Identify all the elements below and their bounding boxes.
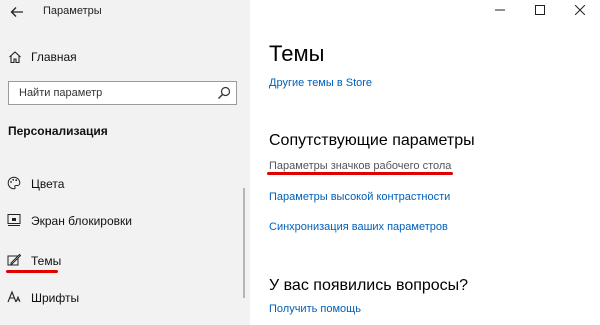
high-contrast-settings-link[interactable]: Параметры высокой контрастности — [269, 191, 450, 203]
themes-highlight-underline — [6, 270, 58, 273]
sidebar-item-colors[interactable]: Цвета — [31, 177, 64, 191]
sidebar: Параметры Главная Найти параметр Персона… — [0, 0, 250, 325]
home-icon — [8, 50, 22, 69]
get-help-link[interactable]: Получить помощь — [269, 303, 361, 315]
search-icon[interactable] — [216, 85, 232, 101]
lock-screen-icon — [7, 213, 21, 232]
sidebar-item-lock-screen[interactable]: Экран блокировки — [31, 214, 132, 228]
search-placeholder: Найти параметр — [19, 87, 103, 99]
desktop-icons-highlight-underline — [267, 172, 453, 175]
sync-settings-link[interactable]: Синхронизация ваших параметров — [269, 221, 448, 233]
maximize-button[interactable] — [520, 0, 560, 20]
desktop-icon-settings-link[interactable]: Параметры значков рабочего стола — [269, 160, 451, 172]
related-settings-heading: Сопутствующие параметры — [269, 132, 475, 149]
page-title: Темы — [269, 41, 325, 66]
fonts-icon — [7, 290, 21, 309]
store-themes-link[interactable]: Другие темы в Store — [269, 77, 372, 89]
sidebar-item-fonts[interactable]: Шрифты — [31, 291, 79, 305]
sidebar-item-home[interactable]: Главная — [31, 50, 77, 64]
sidebar-scrollbar[interactable] — [243, 188, 245, 298]
sidebar-item-themes[interactable]: Темы — [31, 254, 61, 268]
palette-icon — [7, 176, 21, 195]
questions-heading: У вас появились вопросы? — [269, 277, 469, 294]
window-title: Параметры — [43, 5, 102, 17]
section-heading: Персонализация — [8, 124, 108, 138]
search-input[interactable]: Найти параметр — [8, 81, 237, 105]
close-button[interactable] — [560, 0, 600, 20]
minimize-button[interactable] — [480, 0, 520, 20]
back-arrow-icon[interactable] — [10, 5, 24, 21]
